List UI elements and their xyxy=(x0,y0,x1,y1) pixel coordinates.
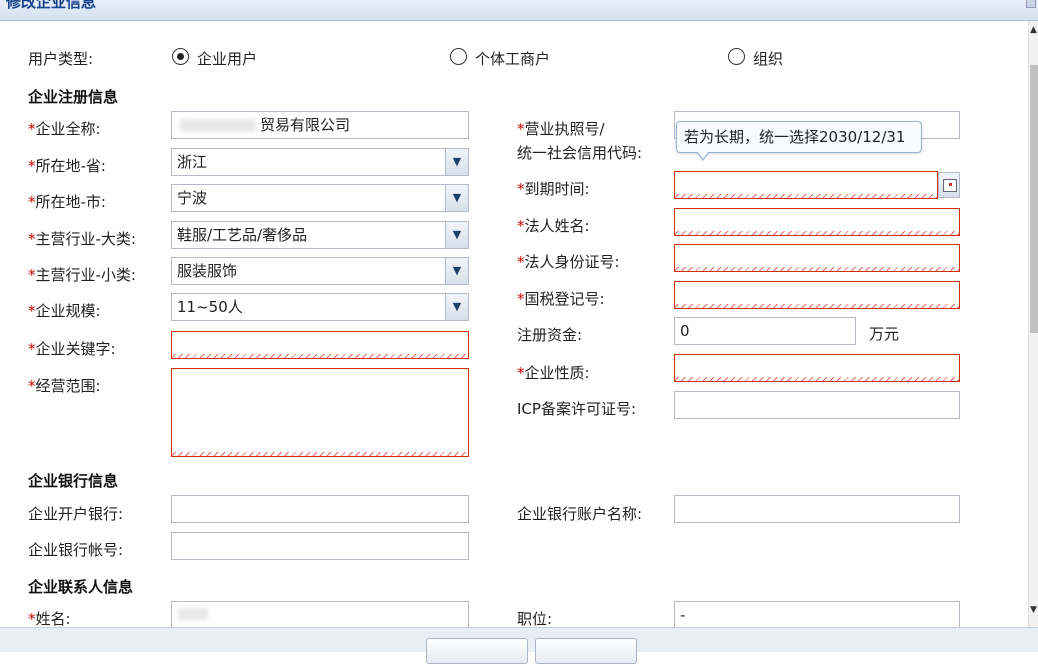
city-select[interactable]: 宁波 ▼ xyxy=(171,184,469,212)
tax-no-input[interactable] xyxy=(674,281,960,309)
icp-label: ICP备案许可证号: xyxy=(517,400,636,418)
expiry-label: *到期时间: xyxy=(517,180,590,198)
province-label: *所在地-省: xyxy=(28,157,106,175)
legal-name-input[interactable] xyxy=(674,208,960,236)
account-no-input[interactable] xyxy=(171,532,469,560)
full-name-label: *企业全称: xyxy=(28,120,101,138)
section-registration: 企业注册信息 xyxy=(28,88,119,106)
expiry-tooltip: 若为长期，统一选择2030/12/31 xyxy=(676,121,922,153)
radio-organization[interactable] xyxy=(728,48,745,65)
legal-name-label: *法人姓名: xyxy=(517,217,590,235)
legal-id-input[interactable] xyxy=(674,244,960,272)
section-bank: 企业银行信息 xyxy=(28,472,119,490)
radio-organization-label[interactable]: 组织 xyxy=(753,48,783,69)
chevron-down-icon[interactable]: ▼ xyxy=(445,149,468,175)
save-button[interactable] xyxy=(426,638,528,664)
cancel-button[interactable] xyxy=(535,638,637,664)
tooltip-tail-inner xyxy=(697,151,709,159)
close-icon[interactable] xyxy=(1026,0,1036,8)
capital-unit: 万元 xyxy=(869,325,900,343)
legal-id-label: *法人身份证号: xyxy=(517,253,620,271)
keywords-input[interactable] xyxy=(171,331,469,359)
user-type-label: 用户类型: xyxy=(28,50,94,68)
contact-name-input[interactable] xyxy=(171,601,469,629)
required-marker: * xyxy=(28,120,36,138)
tax-no-label: *国税登记号: xyxy=(517,290,605,308)
calendar-icon[interactable] xyxy=(938,172,960,198)
window-title: 修改企业信息 xyxy=(6,0,97,11)
scrollbar-thumb[interactable] xyxy=(1030,65,1038,333)
redacted-text xyxy=(180,119,256,132)
expiry-date-input[interactable] xyxy=(674,171,938,199)
radio-individual[interactable] xyxy=(450,48,467,65)
contact-name-label: *姓名: xyxy=(28,610,71,628)
radio-individual-label[interactable]: 个体工商户 xyxy=(475,48,550,69)
window-titlebar: 修改企业信息 xyxy=(0,0,1038,21)
account-name-input[interactable] xyxy=(674,495,960,523)
chevron-down-icon[interactable]: ▼ xyxy=(445,222,468,248)
nature-label: *企业性质: xyxy=(517,364,590,382)
account-name-label: 企业银行账户名称: xyxy=(517,505,643,523)
business-scope-label: *经营范围: xyxy=(28,377,101,395)
chevron-down-icon[interactable]: ▼ xyxy=(445,294,468,320)
province-select[interactable]: 浙江 ▼ xyxy=(171,148,469,176)
icp-input[interactable] xyxy=(674,391,960,419)
capital-input[interactable]: 0 xyxy=(674,317,856,345)
license-label-line1: *营业执照号/ xyxy=(517,120,605,138)
industry-major-select[interactable]: 鞋服/工艺品/奢侈品 ▼ xyxy=(171,221,469,249)
scroll-down-icon[interactable]: ▼ xyxy=(1030,605,1037,615)
capital-label: 注册资金: xyxy=(517,326,583,344)
full-name-input[interactable]: 贸易有限公司 xyxy=(171,111,469,139)
industry-minor-select[interactable]: 服装服饰 ▼ xyxy=(171,257,469,285)
nature-input[interactable] xyxy=(674,354,960,382)
chevron-down-icon[interactable]: ▼ xyxy=(445,258,468,284)
position-input[interactable]: - xyxy=(674,601,960,629)
position-label: 职位: xyxy=(517,610,553,628)
scale-label: *企业规模: xyxy=(28,302,101,320)
industry-major-label: *主营行业-大类: xyxy=(28,230,136,248)
bank-name-label: 企业开户银行: xyxy=(28,505,124,523)
keywords-label: *企业关键字: xyxy=(28,340,116,358)
city-label: *所在地-市: xyxy=(28,193,106,211)
bank-name-input[interactable] xyxy=(171,495,469,523)
scale-select[interactable]: 11~50人 ▼ xyxy=(171,293,469,321)
redacted-text xyxy=(178,608,208,620)
radio-enterprise[interactable] xyxy=(172,48,189,65)
account-no-label: 企业银行帐号: xyxy=(28,541,124,559)
license-label-line2: 统一社会信用代码: xyxy=(517,144,643,162)
business-scope-textarea[interactable] xyxy=(171,368,469,457)
industry-minor-label: *主营行业-小类: xyxy=(28,266,136,284)
radio-enterprise-label[interactable]: 企业用户 xyxy=(197,48,257,69)
chevron-down-icon[interactable]: ▼ xyxy=(445,185,468,211)
section-contact: 企业联系人信息 xyxy=(28,578,134,596)
scroll-up-icon[interactable]: ▲ xyxy=(1030,25,1037,35)
vertical-scrollbar[interactable]: ▲ ▼ xyxy=(1028,21,1038,627)
